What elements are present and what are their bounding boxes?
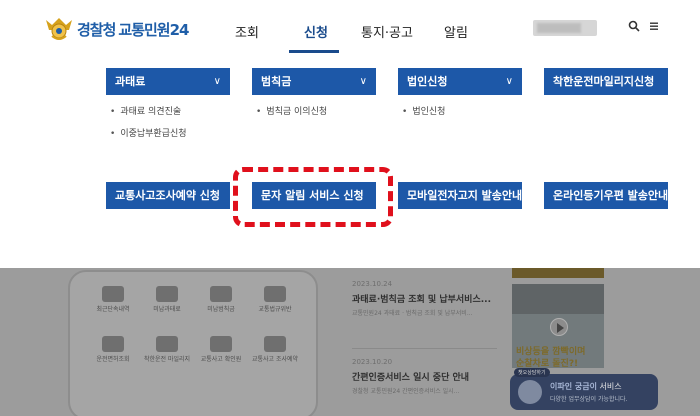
sub-double-payment-refund[interactable]: 이중납부환급신청 <box>110 126 186 139</box>
news-item[interactable]: 2023.10.24 과태료·범칙금 조회 및 납부서비스... 교통민원24 … <box>352 280 502 317</box>
news-divider <box>352 348 497 349</box>
id-card-icon <box>102 336 124 352</box>
svc-unpaid-fines[interactable]: 미납과태료 <box>142 286 192 314</box>
dimmed-page-overlay: 최근단속내역 미납과태료 미납범칙금 교통법규위반 운전면허조회 착한운전 마일… <box>0 268 700 416</box>
sub-penalty-objection[interactable]: 범칙금 이의신청 <box>256 104 327 117</box>
logo-police-text: 경찰청 <box>77 20 116 39</box>
police-emblem-icon <box>46 18 72 40</box>
menu-accident-reservation-label: 교통사고조사예약 신청 <box>115 189 221 202</box>
menu-good-driver-mileage[interactable]: 착한운전마일리지신청 <box>544 68 668 95</box>
chevron-down-icon: ∨ <box>505 76 513 87</box>
warning-icon <box>210 286 232 302</box>
user-info-blurred[interactable] <box>533 20 597 36</box>
svc-recent-violations[interactable]: 최근단속내역 <box>88 286 138 314</box>
banner-strip <box>512 268 604 278</box>
logo-service-text: 교통민원24 <box>118 20 189 39</box>
nav-active-underline <box>289 50 339 53</box>
menu-mobile-notice[interactable]: 모바일전자고지 발송안내 <box>398 182 522 209</box>
menu-corporate-label: 법인신청 <box>407 75 448 88</box>
document-icon <box>264 286 286 302</box>
menu-online-mail-label: 온라인등기우편 발송안내 <box>553 189 669 202</box>
nav-alerts[interactable]: 알림 <box>444 22 468 41</box>
menu-mobile-notice-label: 모바일전자고지 발송안내 <box>407 189 523 202</box>
chatbot-banner[interactable]: 챗오상담하기 이파인 궁금이 서비스 다양한 업무상담이 가능합니다. <box>510 368 658 410</box>
car-icon <box>264 336 286 352</box>
apply-mega-menu: 과태료 ∨ 범칙금 ∨ 법인신청 ∨ 착한운전마일리지신청 과태료 의견진술 이… <box>0 58 700 268</box>
menu-icon[interactable] <box>647 20 661 34</box>
svc-traffic-law-violations[interactable]: 교통법규위반 <box>250 286 300 314</box>
menu-good-driver-label: 착한운전마일리지신청 <box>553 75 655 88</box>
quick-service-card: 최근단속내역 미납과태료 미납범칙금 교통법규위반 운전면허조회 착한운전 마일… <box>68 270 318 416</box>
nav-apply[interactable]: 신청 <box>304 22 328 41</box>
sub-fine-opinion[interactable]: 과태료 의견진술 <box>110 104 181 117</box>
sub-corporate-apply[interactable]: 법인신청 <box>402 104 445 117</box>
nav-notice[interactable]: 통지·공고 <box>361 22 413 41</box>
chat-bubble-label: 챗오상담하기 <box>514 368 550 377</box>
document-coin-icon <box>156 286 178 302</box>
site-logo[interactable]: 경찰청 교통민원24 <box>44 16 189 42</box>
nav-lookup[interactable]: 조회 <box>235 22 259 41</box>
chevron-down-icon: ∨ <box>359 76 367 87</box>
chat-subtitle: 다양한 업무상담이 가능합니다. <box>550 396 628 403</box>
camera-icon <box>102 286 124 302</box>
play-icon[interactable] <box>550 318 568 336</box>
robot-icon <box>518 380 542 404</box>
search-icon[interactable] <box>627 20 641 34</box>
site-header: 경찰청 교통민원24 조회 신청 통지·공고 알림 <box>0 0 700 58</box>
svc-accident-investigation[interactable]: 교통사고 조사예약 <box>250 336 300 364</box>
car-accident-icon <box>210 336 232 352</box>
menu-corporate[interactable]: 법인신청 ∨ <box>398 68 522 95</box>
menu-online-registered-mail[interactable]: 온라인등기우편 발송안내 <box>544 182 668 209</box>
svc-license-lookup[interactable]: 운전면허조회 <box>88 336 138 364</box>
menu-penalty[interactable]: 범칙금 ∨ <box>252 68 376 95</box>
menu-fine-label: 과태료 <box>115 75 146 88</box>
svc-accident-certificate[interactable]: 교통사고 확인원 <box>196 336 246 364</box>
svc-good-driver-mileage[interactable]: 착한운전 마일리지 <box>142 336 192 364</box>
highlight-annotation-box <box>233 167 393 227</box>
menu-penalty-label: 범칙금 <box>261 75 292 88</box>
menu-fine[interactable]: 과태료 ∨ <box>106 68 230 95</box>
svc-unpaid-penalties[interactable]: 미납범칙금 <box>196 286 246 314</box>
coin-icon <box>156 336 178 352</box>
chevron-down-icon: ∨ <box>213 76 221 87</box>
menu-accident-reservation[interactable]: 교통사고조사예약 신청 <box>106 182 230 209</box>
video-thumbnail[interactable]: 비상등을 깜빡이며 순찰차로 돌진?! <box>512 284 604 368</box>
news-item[interactable]: 2023.10.20 간편인증서비스 일시 중단 안내 경찰청 교통민원24 간… <box>352 358 502 395</box>
chat-title: 이파인 궁금이 서비스 <box>550 382 622 391</box>
